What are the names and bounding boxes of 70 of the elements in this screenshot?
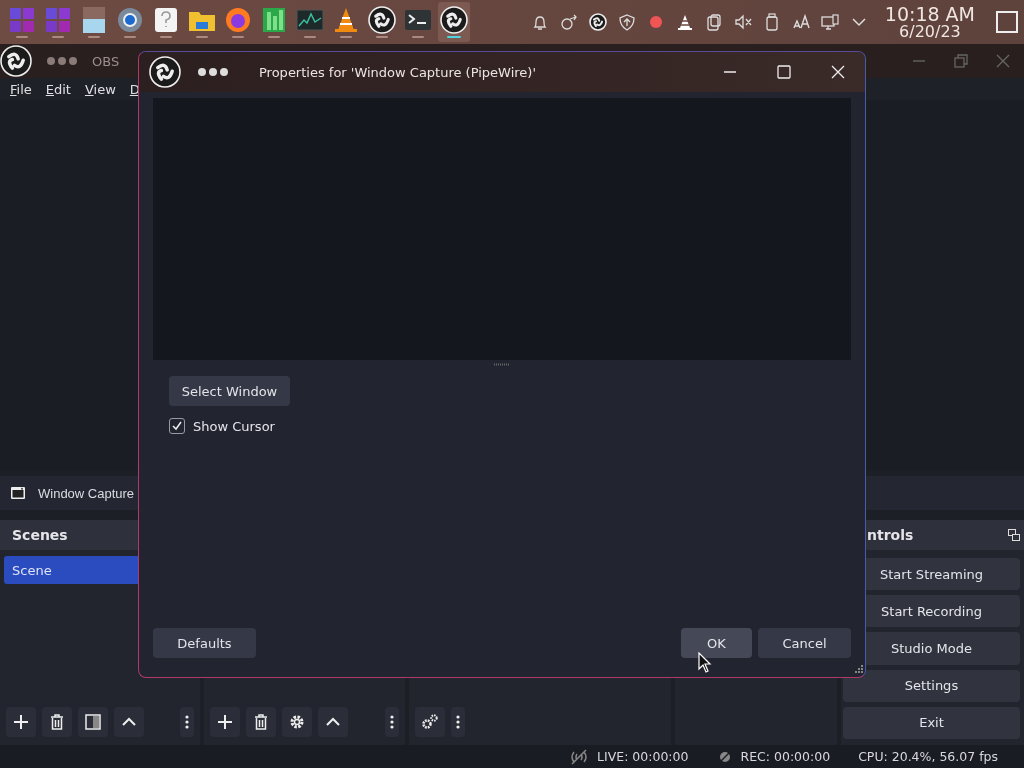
menu-item[interactable]: File [10,81,32,97]
more-icon [185,713,189,731]
control-button[interactable]: Settings [843,669,1020,702]
control-button[interactable]: Exit [843,706,1020,739]
taskbar-app-button[interactable] [438,2,470,42]
defaults-button[interactable]: Defaults [153,628,256,658]
cone-icon[interactable] [675,13,694,31]
more-icon [456,713,460,731]
grid-icon [8,6,36,34]
filter-button[interactable] [78,707,108,737]
mouse-pointer-icon [698,652,712,674]
checkbox[interactable] [169,418,185,434]
shield-icon[interactable] [617,13,636,31]
undock-icon[interactable] [1008,529,1020,541]
panel-icon [80,6,108,34]
clock[interactable]: 10:18 AM 6/20/23 [884,4,975,40]
ok-button[interactable]: OK [681,628,752,658]
show-desktop-button[interactable] [996,11,1018,33]
resize-grip-icon[interactable] [853,665,863,675]
clock-date: 6/20/23 [899,23,961,40]
help-icon [152,6,180,34]
restore-icon[interactable] [954,54,968,68]
muted-speaker-icon[interactable] [733,13,752,31]
delete-icon [48,713,66,731]
delete-button[interactable] [246,707,276,737]
add-button[interactable] [210,707,240,737]
rec-timer: REC: 00:00:00 [740,749,831,764]
add-icon [216,713,234,731]
add-icon [12,713,30,731]
more-icon [390,713,394,731]
font-size-icon[interactable] [791,13,810,31]
add-button[interactable] [6,707,36,737]
share-icon[interactable] [559,13,578,31]
broadcast-off-icon [569,748,590,765]
dialog-title: Properties for 'Window Capture (PipeWire)' [259,64,536,80]
splitter-handle-icon[interactable] [494,362,510,366]
move-up-button[interactable] [114,707,144,737]
clipboard-icon[interactable] [704,13,723,31]
bar-chart-icon [260,6,288,34]
menu-item[interactable]: Edit [45,81,71,97]
move-up-button[interactable] [318,707,348,737]
cone-icon [332,6,360,34]
advanced-settings-button[interactable] [415,707,445,737]
delete-button[interactable] [42,707,72,737]
dots-icon[interactable] [197,67,229,77]
maximize-icon[interactable] [777,65,791,79]
network-display-icon[interactable] [820,13,839,31]
menu-item[interactable]: View [84,81,116,97]
settings-button[interactable] [282,707,312,737]
cpu-usage: CPU: 20.4%, 56.07 fps [858,749,998,764]
advanced-settings-icon [421,713,439,731]
more-button[interactable] [451,707,465,737]
window-title: OBS [92,53,120,69]
select-window-button[interactable]: Select Window [169,376,290,406]
window-icon [10,485,26,501]
grid-icon [44,6,72,34]
cancel-button[interactable]: Cancel [758,628,851,658]
dots-icon[interactable] [46,56,78,66]
record-off-icon [718,749,733,764]
filter-icon [84,713,102,731]
source-name: Window Capture [38,485,135,501]
delete-icon [252,713,270,731]
panel-title: ntrols [867,527,914,543]
clock-time: 10:18 AM [884,4,975,24]
more-button[interactable] [385,707,399,737]
settings-icon [288,713,306,731]
monitor-icon [296,6,324,34]
checkbox-label: Show Cursor [193,418,275,434]
more-button[interactable] [180,707,194,737]
live-timer: LIVE: 00:00:00 [597,749,689,764]
